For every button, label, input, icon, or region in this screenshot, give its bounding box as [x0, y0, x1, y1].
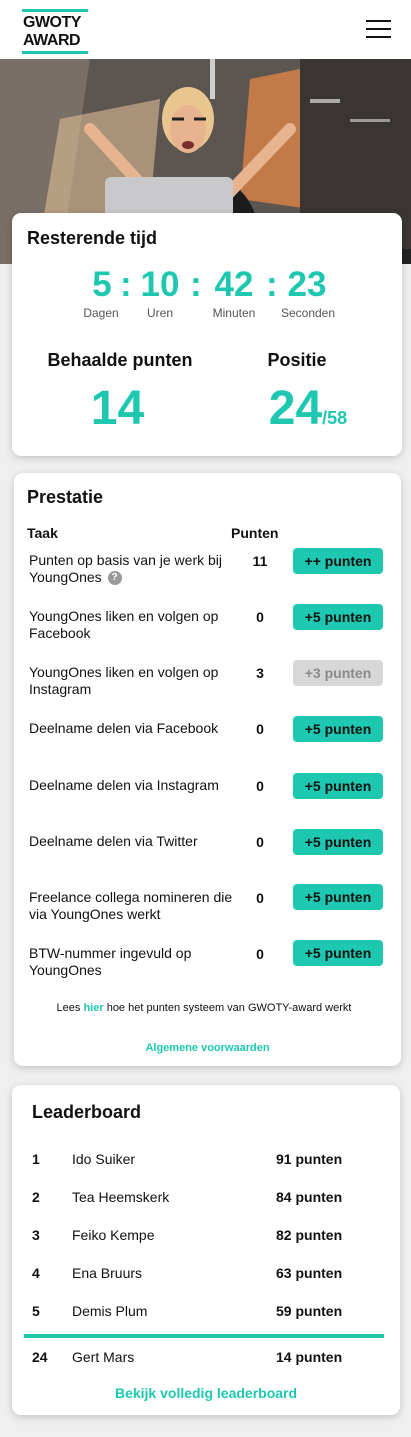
task-label: BTW-nummer ingevuld op YoungOnes	[29, 945, 192, 978]
task-points-button[interactable]: +5 punten	[293, 829, 383, 855]
task-label: Punten op basis van je werk bij YoungOne…	[29, 552, 222, 586]
countdown-seconds: 23	[287, 265, 327, 304]
leaderboard-title: Leaderboard	[32, 1102, 142, 1122]
leaderboard-name: Ido Suiker	[72, 1151, 136, 1167]
task-points: 0	[256, 778, 264, 794]
task-points-button[interactable]: +5 punten	[293, 940, 383, 966]
task-points-button[interactable]: +5 punten	[293, 604, 383, 630]
leaderboard-name: Ena Bruurs	[72, 1265, 143, 1281]
points-system-link[interactable]: hier	[83, 1002, 103, 1014]
logo-bottom-bar	[22, 51, 88, 54]
task-label: YoungOnes liken en volgen op Facebook	[29, 608, 219, 641]
task-points-button[interactable]: +5 punten	[293, 716, 383, 742]
leaderboard-points: 59 punten	[276, 1303, 343, 1319]
task-label: YoungOnes liken en volgen op Instagram	[29, 664, 219, 697]
task-points: 11	[252, 553, 268, 569]
logo-top-bar	[22, 9, 88, 12]
countdown-seconds-label: Seconden	[280, 306, 336, 320]
leaderboard-points: 84 punten	[276, 1189, 343, 1205]
task-points: 0	[256, 721, 264, 737]
countdown-separator: :	[190, 265, 202, 304]
question-circle-icon[interactable]: ?	[107, 571, 122, 586]
task-points: 0	[256, 946, 264, 962]
task-label: Deelname delen via Twitter	[29, 833, 198, 849]
task-points-button[interactable]: +5 punten	[293, 884, 383, 910]
position-display: 24/58	[248, 381, 368, 436]
task-points-button[interactable]: ++ punten	[293, 548, 383, 574]
column-header-task: Taak	[27, 525, 58, 541]
countdown-minutes: 42	[214, 265, 254, 304]
countdown-minutes-label: Minuten	[212, 306, 256, 320]
own-name: Gert Mars	[72, 1349, 135, 1365]
leaderboard-rank: 4	[32, 1265, 40, 1281]
countdown-hours-label: Uren	[146, 306, 173, 320]
countdown-title: Resterende tijd	[27, 228, 158, 248]
task-label: Deelname delen via Instagram	[29, 777, 219, 793]
leaderboard-divider	[24, 1334, 384, 1338]
leaderboard-rank: 3	[32, 1227, 40, 1243]
leaderboard-rank: 5	[32, 1303, 40, 1319]
task-points: 3	[256, 665, 264, 681]
leaderboard-rank: 1	[32, 1151, 40, 1167]
leaderboard-points: 82 punten	[276, 1227, 343, 1243]
task-points-button: +3 punten	[293, 660, 383, 686]
own-rank: 24	[32, 1349, 48, 1365]
own-points: 14 punten	[276, 1349, 343, 1365]
hamburger-icon[interactable]	[366, 20, 391, 38]
position-label: Positie	[267, 350, 327, 370]
prestatie-card: Prestatie Taak Punten Punten op basis va…	[14, 473, 401, 1066]
column-header-points: Punten	[231, 525, 279, 541]
leaderboard-points: 63 punten	[276, 1265, 343, 1281]
leaderboard-name: Feiko Kempe	[72, 1227, 155, 1243]
task-points: 0	[256, 834, 264, 850]
logo-line-1: GWOTY	[23, 14, 81, 31]
position-value: 24	[268, 382, 323, 435]
countdown-separator: :	[266, 265, 278, 304]
task-points: 0	[256, 609, 264, 625]
countdown-card: Resterende tijd 5 : 10 : 42 : 23 Dagen U…	[12, 213, 402, 456]
points-value: 14	[90, 382, 145, 435]
gwoty-logo[interactable]: GWOTY AWARD	[22, 9, 88, 54]
points-system-note: Lees hier hoe het punten systeem van GWO…	[56, 1002, 352, 1014]
leaderboard-card: Leaderboard 1 Ido Suiker 91 punten 2 Tea…	[12, 1085, 400, 1415]
position-total: /58	[322, 408, 348, 428]
prestatie-title: Prestatie	[27, 487, 104, 507]
terms-link[interactable]: Algemene voorwaarden	[14, 1042, 401, 1054]
task-points: 0	[256, 890, 264, 906]
leaderboard-name: Tea Heemskerk	[72, 1189, 170, 1205]
full-leaderboard-link[interactable]: Bekijk volledig leaderboard	[12, 1385, 400, 1401]
leaderboard-name: Demis Plum	[72, 1303, 148, 1319]
countdown-hours: 10	[140, 265, 180, 304]
logo-line-2: AWARD	[23, 32, 81, 49]
points-label: Behaalde punten	[47, 350, 193, 370]
top-bar: GWOTY AWARD	[0, 0, 411, 59]
leaderboard-rank: 2	[32, 1189, 40, 1205]
task-points-button[interactable]: +5 punten	[293, 773, 383, 799]
task-label: Freelance collega nomineren die via Youn…	[29, 889, 233, 922]
task-label: Deelname delen via Facebook	[29, 720, 219, 736]
leaderboard-points: 91 punten	[276, 1151, 343, 1167]
